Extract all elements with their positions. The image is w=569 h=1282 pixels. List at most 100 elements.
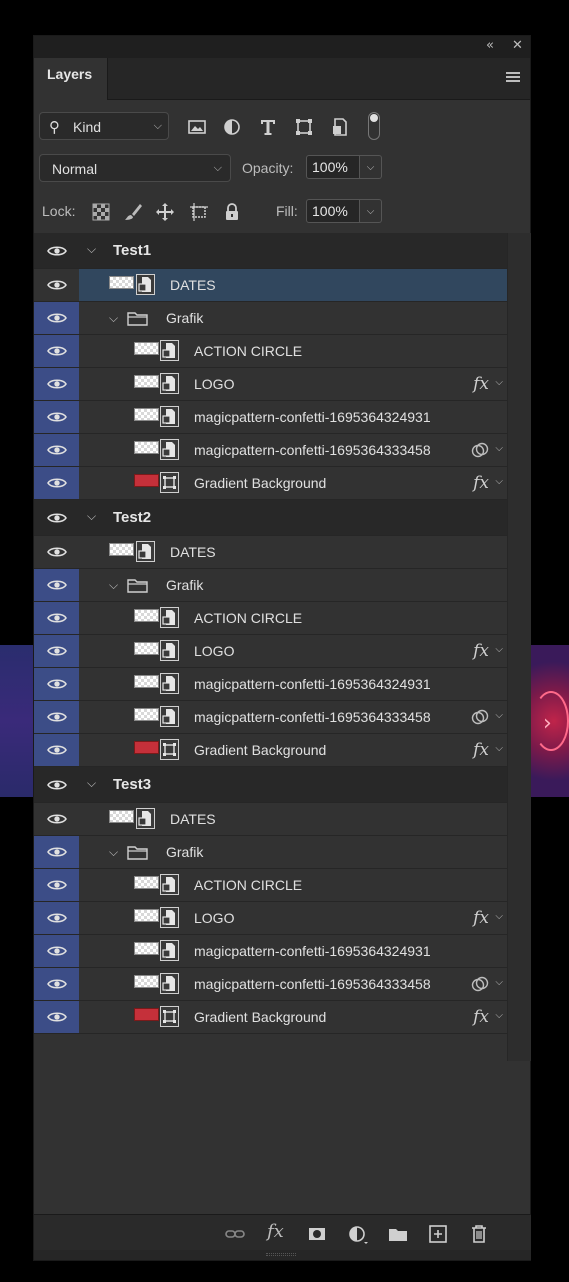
layers-scrollbar[interactable]: [507, 233, 531, 1061]
visibility-eye-icon[interactable]: [34, 302, 79, 334]
visibility-eye-icon[interactable]: [34, 368, 79, 400]
visibility-eye-icon[interactable]: [34, 233, 79, 268]
visibility-eye-icon[interactable]: [34, 635, 79, 667]
shape-layer-filter-icon[interactable]: [293, 116, 315, 138]
chevron-down-icon[interactable]: ⌵: [495, 476, 503, 487]
layer-row[interactable]: LOGO fx ⌵: [34, 635, 507, 668]
layer-effects-icon[interactable]: fx: [473, 374, 489, 394]
layer-group-row-grafik[interactable]: ⌵ Grafik: [34, 836, 507, 869]
smart-object-filter-icon[interactable]: [329, 116, 351, 138]
panel-menu-icon[interactable]: [506, 72, 520, 84]
visibility-eye-icon[interactable]: [34, 701, 79, 733]
layer-group-row[interactable]: ⌵ Test2: [34, 500, 507, 536]
tab-layers[interactable]: Layers: [34, 58, 108, 100]
layer-group-row-grafik[interactable]: ⌵ Grafik: [34, 302, 507, 335]
close-icon[interactable]: ✕: [512, 38, 523, 53]
lock-transparent-pixels-icon[interactable]: [90, 201, 112, 223]
link-layers-icon[interactable]: [224, 1223, 246, 1245]
chevron-down-icon[interactable]: ⌵: [495, 911, 503, 922]
layer-row[interactable]: ACTION CIRCLE: [34, 869, 507, 902]
layer-row[interactable]: LOGO fx ⌵: [34, 902, 507, 935]
chevron-down-icon[interactable]: ⌵: [495, 710, 503, 721]
adjustment-layer-filter-icon[interactable]: [221, 116, 243, 138]
new-layer-icon[interactable]: [427, 1223, 449, 1245]
layer-group-row[interactable]: ⌵ Test3: [34, 767, 507, 803]
delete-layer-icon[interactable]: [468, 1223, 490, 1245]
panel-resize-grip[interactable]: [34, 1250, 531, 1260]
layer-row-dates[interactable]: DATES: [34, 269, 507, 302]
layer-row[interactable]: Gradient Background fx ⌵: [34, 734, 507, 767]
visibility-eye-icon[interactable]: [34, 869, 79, 901]
layer-group-row-grafik[interactable]: ⌵ Grafik: [34, 569, 507, 602]
layer-row[interactable]: Gradient Background fx ⌵: [34, 467, 507, 500]
chevron-down-icon[interactable]: ⌵: [495, 443, 503, 454]
visibility-eye-icon[interactable]: [34, 335, 79, 367]
chevron-down-icon[interactable]: ⌵: [495, 977, 503, 988]
layer-row[interactable]: ACTION CIRCLE: [34, 335, 507, 368]
chevron-down-icon[interactable]: ⌵: [495, 743, 503, 754]
visibility-eye-icon[interactable]: [34, 734, 79, 766]
add-layer-style-icon[interactable]: fx: [267, 1221, 289, 1243]
layer-row[interactable]: LOGO fx ⌵: [34, 368, 507, 401]
new-fill-adjustment-layer-icon[interactable]: [347, 1223, 369, 1245]
chevron-down-icon[interactable]: ⌵: [109, 578, 118, 593]
opacity-dropdown-button[interactable]: ⌵: [360, 155, 382, 179]
layer-row[interactable]: magicpattern-confetti-1695364324931: [34, 668, 507, 701]
chevron-down-icon[interactable]: ⌵: [87, 242, 96, 257]
fill-input[interactable]: 100%: [306, 199, 360, 223]
layer-row[interactable]: Gradient Background fx ⌵: [34, 1001, 507, 1034]
chevron-right-graphic: ›: [543, 711, 552, 736]
lock-image-pixels-icon[interactable]: [122, 201, 144, 223]
chevron-down-icon[interactable]: ⌵: [87, 509, 96, 524]
visibility-eye-icon[interactable]: [34, 836, 79, 868]
opacity-input[interactable]: 100%: [306, 155, 360, 179]
visibility-eye-icon[interactable]: [34, 467, 79, 499]
visibility-eye-icon[interactable]: [34, 968, 79, 1000]
pixel-layer-filter-icon[interactable]: [186, 116, 208, 138]
layer-effects-icon[interactable]: fx: [473, 740, 489, 760]
blend-mode-dropdown[interactable]: Normal ⌵: [39, 154, 231, 182]
visibility-eye-icon[interactable]: [34, 602, 79, 634]
visibility-eye-icon[interactable]: [34, 767, 79, 802]
layer-row[interactable]: magicpattern-confetti-1695364333458 ⌵: [34, 701, 507, 734]
chevron-down-icon[interactable]: ⌵: [495, 644, 503, 655]
visibility-eye-icon[interactable]: [34, 902, 79, 934]
kind-filter-dropdown[interactable]: ⚲ Kind ⌵: [39, 112, 169, 140]
chevron-down-icon[interactable]: ⌵: [495, 377, 503, 388]
filter-toggle-switch[interactable]: [368, 112, 380, 140]
chevron-down-icon[interactable]: ⌵: [87, 776, 96, 791]
visibility-eye-icon[interactable]: [34, 434, 79, 466]
layer-row-dates[interactable]: DATES: [34, 536, 507, 569]
layer-group-row[interactable]: ⌵ Test1: [34, 233, 507, 269]
visibility-eye-icon[interactable]: [34, 1001, 79, 1033]
layer-effects-icon[interactable]: fx: [473, 641, 489, 661]
chevron-down-icon[interactable]: ⌵: [109, 845, 118, 860]
visibility-eye-icon[interactable]: [34, 668, 79, 700]
layer-effects-icon[interactable]: fx: [473, 908, 489, 928]
layer-row[interactable]: magicpattern-confetti-1695364324931: [34, 401, 507, 434]
chevron-down-icon[interactable]: ⌵: [109, 311, 118, 326]
visibility-eye-icon[interactable]: [34, 269, 79, 301]
lock-position-icon[interactable]: [154, 201, 176, 223]
layer-row[interactable]: magicpattern-confetti-1695364333458 ⌵: [34, 434, 507, 467]
collapse-icon[interactable]: «: [486, 38, 494, 53]
layer-row[interactable]: magicpattern-confetti-1695364324931: [34, 935, 507, 968]
chevron-down-icon[interactable]: ⌵: [495, 1010, 503, 1021]
add-mask-icon[interactable]: [306, 1223, 328, 1245]
lock-all-icon[interactable]: [221, 201, 243, 223]
layer-row-dates[interactable]: DATES: [34, 803, 507, 836]
lock-artboard-icon[interactable]: [188, 201, 210, 223]
visibility-eye-icon[interactable]: [34, 569, 79, 601]
visibility-eye-icon[interactable]: [34, 401, 79, 433]
visibility-eye-icon[interactable]: [34, 803, 79, 835]
fill-dropdown-button[interactable]: ⌵: [360, 199, 382, 223]
new-group-icon[interactable]: [387, 1223, 409, 1245]
layer-effects-icon[interactable]: fx: [473, 1007, 489, 1027]
visibility-eye-icon[interactable]: [34, 500, 79, 535]
layer-effects-icon[interactable]: fx: [473, 473, 489, 493]
layer-row[interactable]: magicpattern-confetti-1695364333458 ⌵: [34, 968, 507, 1001]
visibility-eye-icon[interactable]: [34, 935, 79, 967]
layer-row[interactable]: ACTION CIRCLE: [34, 602, 507, 635]
type-layer-filter-icon[interactable]: [257, 116, 279, 138]
visibility-eye-icon[interactable]: [34, 536, 79, 568]
